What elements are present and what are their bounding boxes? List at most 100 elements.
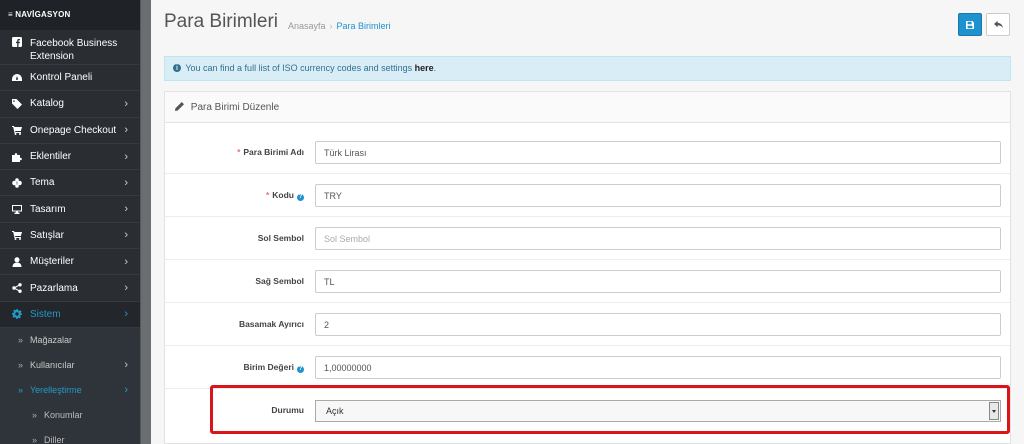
sidebar-subitem-label: Mağazalar (30, 334, 73, 345)
sidebar-scrollbar[interactable] (140, 0, 151, 444)
sidebar-subitem-magazalar[interactable]: » Mağazalar (0, 327, 140, 353)
edit-currency-panel: Para Birimi Düzenle *Para Birimi Adı *Ko… (164, 91, 1011, 444)
symbol-right-label: Sağ Sembol (255, 276, 304, 286)
sidebar-item-tema[interactable]: Tema › (0, 170, 140, 197)
double-chevron-icon: » (32, 409, 38, 420)
form-row-symbol-left: Sol Sembol (165, 217, 1010, 260)
status-select[interactable]: Açık (315, 400, 1001, 422)
chevron-right-icon: › (124, 97, 128, 110)
sidebar-subitem-label: Yerelleştirme (30, 384, 82, 395)
info-alert: You can find a full list of ISO currency… (164, 56, 1011, 81)
double-chevron-icon: » (18, 359, 24, 370)
sidebar-item-pazarlama[interactable]: Pazarlama › (0, 275, 140, 302)
sidebar-item-label: Katalog (30, 98, 64, 110)
chevron-right-icon: › (124, 308, 128, 321)
floppy-disk-icon (966, 20, 974, 29)
sidebar-item-onepage-checkout[interactable]: Onepage Checkout › (0, 118, 140, 144)
breadcrumb: Anasayfa › Para Birimleri (288, 21, 391, 31)
form-row-currency-title: * Para Birimi Adı (165, 131, 1010, 174)
question-circle-icon[interactable]: ? (297, 194, 304, 201)
breadcrumb-home-link[interactable]: Anasayfa (288, 21, 326, 31)
dashboard-icon (12, 73, 30, 83)
currency-title-label: * Para Birimi Adı (237, 147, 304, 157)
sidebar-subsubitem-diller[interactable]: » Diller (0, 427, 140, 444)
form-row-code: * Kodu? (165, 174, 1010, 217)
sidebar-item-label: Müşteriler (30, 256, 74, 268)
alert-text: You can find a full list of ISO currency… (185, 63, 413, 73)
sidebar-item-facebook-business-extension[interactable]: Facebook Business Extension (0, 30, 140, 65)
cart-icon (12, 125, 30, 136)
chevron-right-icon: › (124, 282, 128, 295)
breadcrumb-current-link[interactable]: Para Birimleri (337, 21, 391, 31)
form-row-value: Birim Değeri? (165, 346, 1010, 389)
value-label: Birim Değeri? (243, 362, 304, 373)
sidebar-item-sistem[interactable]: Sistem › (0, 301, 140, 328)
sidebar-subsubitem-label: Diller (44, 434, 65, 444)
sidebar: ≡ NAVİGASYON Facebook Business Extension… (0, 0, 140, 444)
cart-icon (12, 230, 30, 241)
sidebar-item-katalog[interactable]: Katalog › (0, 91, 140, 118)
page-header: Para Birimleri Anasayfa › Para Birimleri (151, 0, 1024, 47)
save-button[interactable] (958, 13, 982, 36)
page-title: Para Birimleri (164, 11, 279, 32)
chevron-right-icon: › (124, 255, 128, 268)
alert-end: . (433, 63, 437, 73)
sidebar-subitem-kullanicilar[interactable]: » Kullanıcılar › (0, 352, 140, 378)
sidebar-item-kontrol-paneli[interactable]: Kontrol Paneli (0, 65, 140, 92)
back-button[interactable] (986, 13, 1010, 36)
sidebar-subitem-yerellestirme[interactable]: » Yerelleştirme › (0, 377, 140, 403)
brush-icon (12, 178, 30, 188)
tag-icon (12, 98, 30, 109)
decimal-place-input[interactable] (315, 313, 1001, 336)
alert-here-link[interactable]: here (415, 63, 434, 73)
sidebar-item-label: Pazarlama (30, 282, 78, 294)
sidebar-subsubitem-label: Konumlar (44, 409, 83, 420)
decimal-place-label: Basamak Ayırıcı (238, 319, 304, 329)
panel-title: Para Birimi Düzenle (190, 102, 280, 113)
form-row-status: Durumu Açık (165, 389, 1010, 432)
sidebar-item-musteriler[interactable]: Müşteriler › (0, 249, 140, 276)
sidebar-item-tasarim[interactable]: Tasarım › (0, 196, 140, 223)
sidebar-item-label: Tasarım (30, 203, 66, 215)
code-label: * Kodu? (265, 190, 304, 201)
chevron-right-icon: › (124, 203, 128, 216)
share-icon (12, 283, 30, 293)
sidebar-item-label: Satışlar (30, 229, 64, 241)
status-label: Durumu (271, 405, 304, 415)
sidebar-subsubitem-konumlar[interactable]: » Konumlar (0, 402, 140, 428)
form-row-decimal-place: Basamak Ayırıcı (165, 303, 1010, 346)
sidebar-item-label: Onepage Checkout (30, 124, 117, 136)
panel-heading: Para Birimi Düzenle (165, 92, 1010, 123)
double-chevron-icon: » (32, 434, 38, 444)
chevron-right-icon: › (124, 124, 128, 137)
value-input[interactable] (315, 356, 1001, 379)
gear-icon (12, 309, 30, 320)
sidebar-item-label: Eklentiler (30, 151, 72, 163)
navigation-header: ≡ NAVİGASYON (0, 0, 140, 30)
chevron-right-icon: › (124, 358, 128, 371)
currency-title-input[interactable] (315, 141, 1001, 164)
info-circle-icon (173, 57, 181, 80)
dropdown-arrow-icon[interactable] (989, 402, 999, 420)
symbol-right-input[interactable] (315, 270, 1001, 293)
user-icon (12, 257, 30, 267)
question-circle-icon[interactable]: ? (297, 366, 304, 373)
double-chevron-icon: » (18, 384, 24, 395)
required-marker: * (265, 190, 270, 200)
sidebar-item-satislar[interactable]: Satışlar › (0, 223, 140, 250)
chevron-right-icon: › (124, 383, 128, 396)
reply-icon (993, 20, 1003, 29)
main-content: Para Birimleri Anasayfa› Para Birimleri Y… (151, 0, 1024, 444)
symbol-left-label: Sol Sembol (257, 233, 304, 243)
required-marker: * (237, 147, 241, 157)
sidebar-subitem-label: Kullanıcılar (30, 359, 75, 370)
pencil-icon (175, 93, 184, 124)
symbol-left-input[interactable] (315, 227, 1001, 250)
puzzle-icon (12, 152, 30, 162)
code-input[interactable] (315, 184, 1001, 207)
double-chevron-icon: » (18, 334, 24, 345)
facebook-square-icon (12, 37, 30, 47)
status-selected-value: Açık (326, 406, 344, 416)
sidebar-item-eklentiler[interactable]: Eklentiler › (0, 144, 140, 171)
sidebar-item-label: Facebook Business Extension (30, 38, 118, 62)
